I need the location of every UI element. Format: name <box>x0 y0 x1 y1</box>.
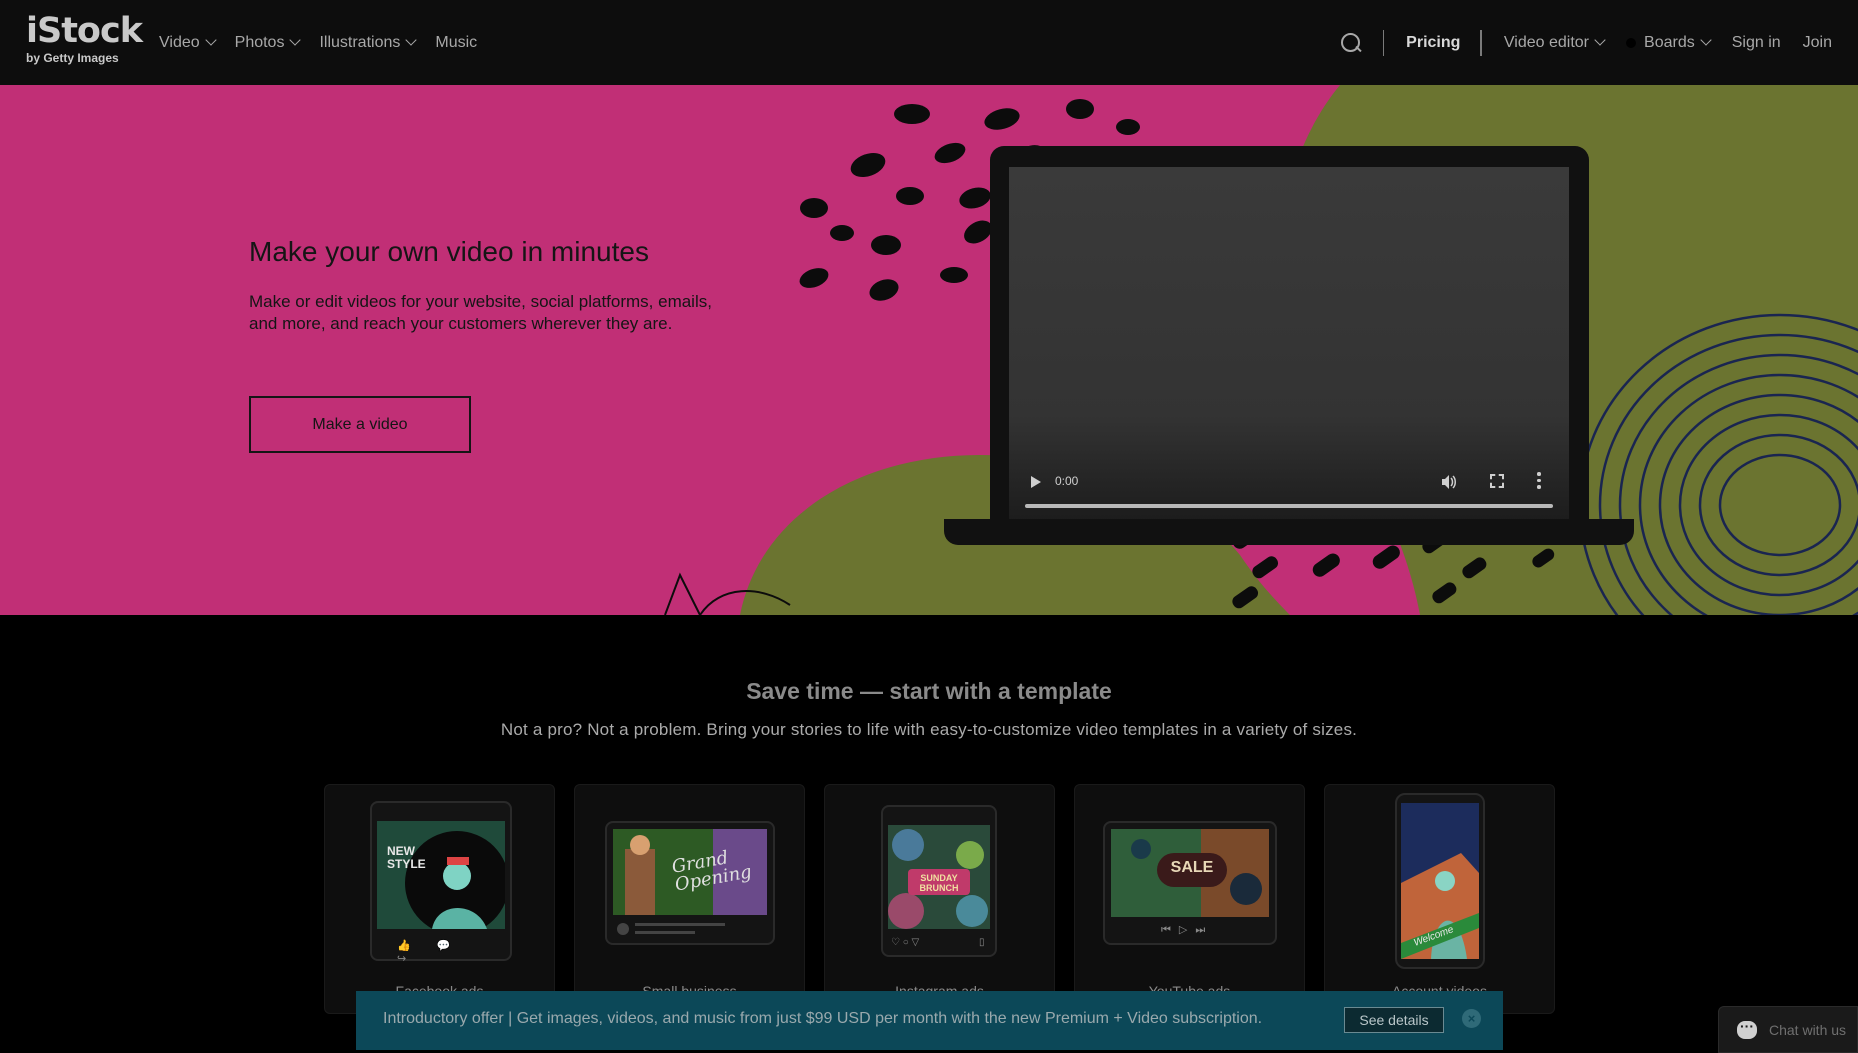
promo-banner: Introductory offer | Get images, videos,… <box>356 991 1503 1050</box>
see-details-button[interactable]: See details <box>1344 1007 1444 1033</box>
chevron-down-icon <box>289 34 302 46</box>
nav-divider <box>1382 29 1385 56</box>
nav-divider <box>1480 29 1482 56</box>
chevron-down-icon <box>204 34 217 46</box>
chat-bubble-icon <box>1737 1018 1757 1039</box>
promo-text: Introductory offer | Get images, videos,… <box>383 1010 1263 1027</box>
phone-mockup: NEW STYLE 👍💬↪ <box>370 801 512 965</box>
close-icon[interactable]: × <box>1462 1009 1481 1028</box>
secondary-nav: Pricing Video editor Boards Sign in Join <box>1339 0 1832 85</box>
video-controls: 0:00 <box>1009 452 1569 522</box>
nav-video-editor-label: Video editor <box>1503 33 1590 51</box>
template-card-account[interactable]: Welcome Account videos <box>1324 784 1555 1014</box>
template-thumbnail: SUNDAY BRUNCH <box>888 825 990 929</box>
nav-sign-in[interactable]: Sign in <box>1732 34 1781 52</box>
nav-boards[interactable]: Boards <box>1626 33 1712 52</box>
nav-video[interactable]: Video <box>159 33 217 52</box>
laptop-base <box>944 519 1634 545</box>
avatar <box>617 923 629 935</box>
primary-nav: Video Photos Illustrations Music <box>159 0 477 85</box>
tablet-mockup: Grand Opening <box>605 821 775 945</box>
make-a-video-button[interactable]: Make a video <box>249 396 471 453</box>
media-controls: ⏮▷⏭ <box>1161 924 1214 936</box>
template-card-youtube[interactable]: SALE ⏮▷⏭ YouTube ads <box>1074 784 1305 1014</box>
logo-tagline: by Getty Images <box>26 51 119 65</box>
tablet-mockup: SALE ⏮▷⏭ <box>1103 821 1277 945</box>
chat-widget[interactable]: Chat with us <box>1718 1006 1858 1053</box>
template-thumbnail: NEW STYLE <box>377 821 505 929</box>
nav-music-label: Music <box>435 33 478 51</box>
template-card-facebook[interactable]: NEW STYLE 👍💬↪ Facebook ads <box>324 784 555 1014</box>
text-line <box>635 923 725 926</box>
video-time: 0:00 <box>1055 474 1079 488</box>
nav-illustrations-label: Illustrations <box>319 33 401 51</box>
nav-video-editor[interactable]: Video editor <box>1503 33 1606 52</box>
fullscreen-icon[interactable] <box>1490 474 1504 488</box>
hero-banner: Make your own video in minutes Make or e… <box>0 85 1858 615</box>
more-options-icon[interactable] <box>1537 472 1541 490</box>
logo-wordmark: iStock <box>26 11 143 51</box>
template-card-instagram[interactable]: SUNDAY BRUNCH ♡ ○ ▽ ▯ Instagram ads <box>824 784 1055 1014</box>
laptop-mockup: 0:00 <box>990 146 1589 524</box>
chevron-down-icon <box>1594 34 1606 46</box>
phone-mockup: SUNDAY BRUNCH ♡ ○ ▽ ▯ <box>881 805 997 957</box>
thumb-text: SALE <box>1170 859 1214 876</box>
template-thumbnail: Grand Opening <box>613 829 767 915</box>
video-player[interactable]: 0:00 <box>1009 167 1569 522</box>
video-progress-bar[interactable] <box>1025 504 1553 508</box>
thumb-text: SUNDAY BRUNCH <box>919 873 959 893</box>
text-line <box>635 931 695 934</box>
hero-description: Make or edit videos for your website, so… <box>249 292 712 333</box>
play-icon[interactable] <box>1031 476 1041 488</box>
template-card-small-business[interactable]: Grand Opening Small business <box>574 784 805 1014</box>
top-navigation: iStock by Getty Images Video Photos Illu… <box>0 0 1858 85</box>
template-thumbnail: SALE <box>1111 829 1269 917</box>
chevron-down-icon <box>405 34 418 46</box>
search-icon[interactable] <box>1339 31 1363 55</box>
chevron-down-icon <box>1700 34 1712 46</box>
thumb-text: NEW STYLE <box>387 844 426 871</box>
nav-music[interactable]: Music <box>435 34 477 52</box>
istock-logo[interactable]: iStock by Getty Images <box>26 11 143 70</box>
template-thumbnail: Welcome <box>1401 803 1479 959</box>
template-cards: NEW STYLE 👍💬↪ Facebook ads Grand Opening… <box>324 784 1555 1014</box>
templates-subtitle: Not a pro? Not a problem. Bring your sto… <box>500 720 1358 739</box>
volume-icon[interactable] <box>1441 474 1457 490</box>
nav-join[interactable]: Join <box>1803 34 1832 52</box>
nav-boards-label: Boards <box>1644 33 1695 51</box>
nav-photos[interactable]: Photos <box>234 33 302 52</box>
boards-icon <box>1626 37 1637 48</box>
nav-illustrations[interactable]: Illustrations <box>319 33 418 52</box>
nav-pricing[interactable]: Pricing <box>1406 34 1460 52</box>
bookmark-icon: ▯ <box>979 937 985 948</box>
social-actions: ♡ ○ ▽ <box>891 937 920 948</box>
templates-title: Save time — start with a template <box>746 678 1112 704</box>
nav-video-label: Video <box>159 33 200 51</box>
hero-title: Make your own video in minutes <box>249 236 649 267</box>
nav-photos-label: Photos <box>234 33 285 51</box>
chat-label: Chat with us <box>1769 1021 1847 1038</box>
phone-mockup: Welcome <box>1395 793 1485 969</box>
social-actions: 👍💬↪ <box>397 940 477 965</box>
